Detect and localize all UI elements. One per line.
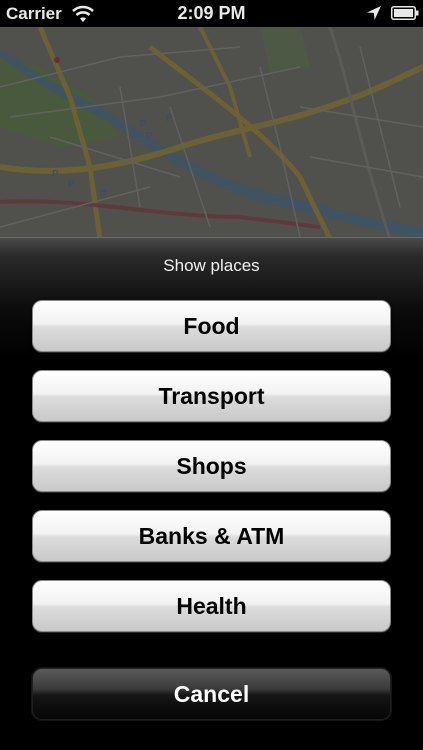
status-bar: Carrier 2:09 PM <box>0 0 423 27</box>
transport-button[interactable]: Transport <box>32 370 391 422</box>
shops-button[interactable]: Shops <box>32 440 391 492</box>
health-button[interactable]: Health <box>32 580 391 632</box>
map-dim-overlay <box>0 27 423 239</box>
cancel-button[interactable]: Cancel <box>32 668 391 720</box>
action-sheet: Show places Food Transport Shops Banks &… <box>0 237 423 750</box>
clock: 2:09 PM <box>177 3 246 23</box>
action-sheet-title: Show places <box>163 256 260 275</box>
screen: Carrier 2:09 PM P P P P P P Show places … <box>0 0 423 750</box>
food-button[interactable]: Food <box>32 300 391 352</box>
battery-icon <box>391 6 419 20</box>
map-view: P P P P P P <box>0 27 423 239</box>
location-icon <box>366 5 382 21</box>
banks-atm-button[interactable]: Banks & ATM <box>32 510 391 562</box>
